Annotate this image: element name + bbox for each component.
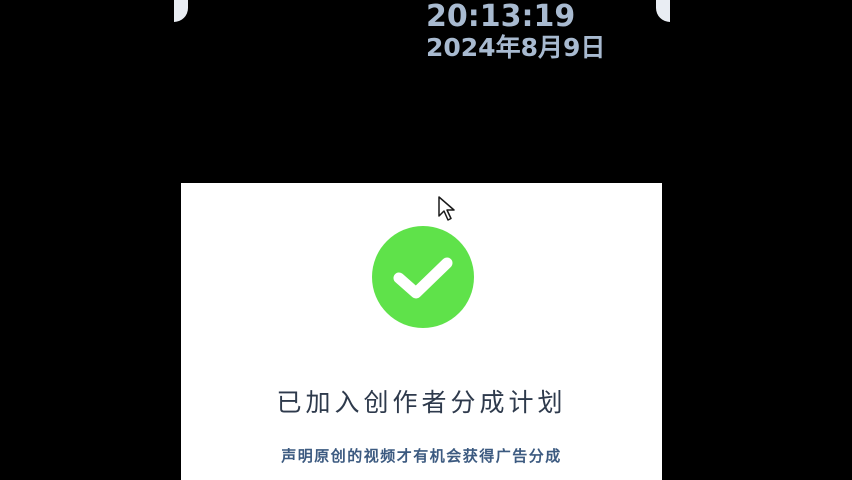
mouse-pointer-icon — [438, 196, 455, 221]
clock-time: 20:13:19 — [426, 0, 576, 34]
dialog-subtitle: 声明原创的视频才有机会获得广告分成 — [281, 447, 562, 465]
checkmark-icon — [393, 257, 453, 299]
success-dialog: 已加入创作者分成计划 声明原创的视频才有机会获得广告分成 — [181, 183, 662, 480]
dialog-title: 已加入创作者分成计划 — [276, 388, 567, 417]
clock-overlay: 20:13:19 2024年8月9日 — [426, 0, 646, 62]
clock-date: 2024年8月9日 — [426, 33, 606, 62]
check-circle-icon — [372, 226, 474, 328]
